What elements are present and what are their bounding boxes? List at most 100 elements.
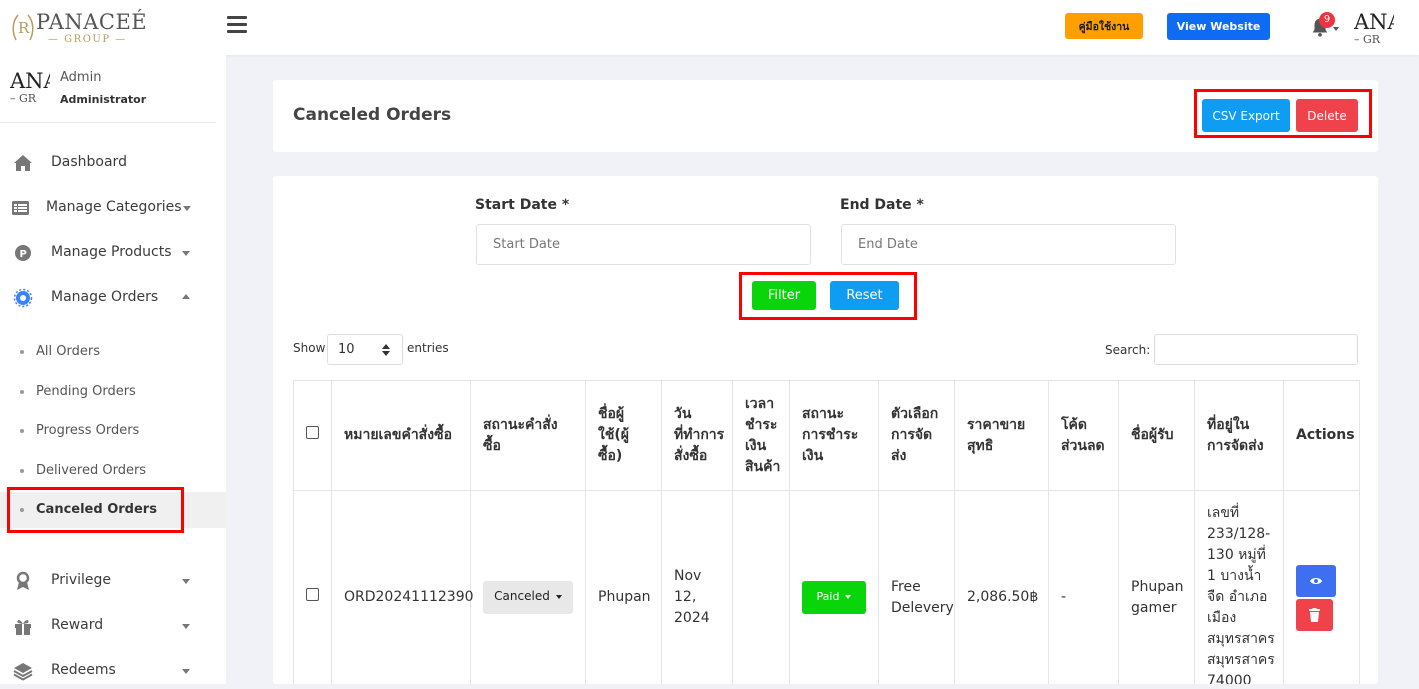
orders-table: หมายเลขคำสั่งซื้อ สถานะคำสั่งซื้อ ชื่อผู…: [293, 380, 1360, 684]
page-header-card: Canceled Orders CSV Export Delete: [273, 80, 1378, 152]
award-icon: [16, 571, 30, 590]
sidebar-avatar: ANA – GR: [10, 69, 50, 105]
select-all-cell: [293, 380, 332, 491]
search-input[interactable]: [1154, 334, 1358, 365]
logo-subtitle: — GROUP —: [48, 34, 127, 45]
view-website-button[interactable]: View Website: [1167, 13, 1270, 40]
sidebar-item-label: Manage Products: [51, 244, 172, 260]
column-header[interactable]: ที่อยู่ในการจัดส่ง: [1194, 380, 1284, 491]
address-cell: เลขที่ 233/128-130 หมู่ที่ 1 บางน้ำจืด อ…: [1194, 490, 1284, 684]
menu-toggle-icon[interactable]: [227, 16, 247, 34]
sidebar-item-manage-categories[interactable]: Manage Categories: [0, 190, 226, 226]
reset-button[interactable]: Reset: [830, 281, 899, 310]
svg-text:P: P: [20, 249, 27, 260]
end-date-label: End Date *: [840, 197, 924, 213]
sidebar-item-manage-products[interactable]: P Manage Products: [0, 235, 226, 271]
sidebar-item-label: Privilege: [51, 572, 112, 588]
sidebar-subitem-label: Canceled Orders: [36, 502, 157, 517]
sidebar-subitem-pending-orders[interactable]: Pending Orders: [0, 374, 226, 410]
delete-button[interactable]: Delete: [1296, 99, 1358, 132]
column-header[interactable]: สถานะคำสั่งซื้อ: [470, 380, 586, 491]
chevron-down-icon[interactable]: [1333, 27, 1339, 31]
chevron-down-icon: [182, 579, 190, 584]
chevron-down-icon: [845, 595, 852, 599]
csv-export-button[interactable]: CSV Export: [1202, 99, 1290, 132]
sort-arrows-icon: [382, 344, 390, 356]
bullet: [20, 429, 24, 433]
sidebar-item-reward[interactable]: Reward: [0, 608, 226, 644]
column-header[interactable]: วันที่ทำการสั่งซื้อ: [661, 380, 733, 491]
sidebar-subitem-label: Delivered Orders: [36, 463, 147, 478]
page-title: Canceled Orders: [293, 105, 452, 125]
filter-button[interactable]: Filter: [752, 281, 816, 310]
sidebar-item-label: Dashboard: [51, 154, 127, 170]
chevron-down-icon: [182, 669, 190, 674]
show-label: Show: [293, 341, 326, 355]
orders-card: Start Date * End Date * Filter Reset Sho…: [273, 176, 1378, 684]
sidebar-subitem-progress-orders[interactable]: Progress Orders: [0, 413, 226, 449]
entries-value: 10: [338, 342, 355, 357]
select-all-checkbox[interactable]: [306, 426, 319, 439]
order-status-cell: Canceled: [470, 490, 586, 684]
bullet: [20, 390, 24, 394]
order-number-cell: ORD20241112390: [331, 490, 474, 684]
bullet: [20, 508, 24, 512]
entries-label: entries: [407, 341, 449, 355]
top-bar: R PANACEÉ — GROUP — คู่มือใช้งาน View We…: [0, 0, 1419, 55]
column-header[interactable]: ตัวเลือกการจัดส่ง: [878, 380, 955, 491]
sidebar: ANA – GR Admin Administrator Dashboard M…: [0, 55, 226, 684]
sidebar-subitem-canceled-orders[interactable]: Canceled Orders: [0, 492, 226, 528]
trash-icon: [1309, 607, 1320, 622]
laurel-emblem-icon: R: [12, 14, 34, 41]
sidebar-subitem-label: Progress Orders: [36, 423, 140, 438]
table-row: ORD20241112390 Canceled Phupan Nov 12, 2…: [293, 490, 1360, 684]
divider: [0, 122, 216, 123]
column-header[interactable]: Actions: [1283, 380, 1360, 491]
recipient-cell: Phupan gamer: [1118, 490, 1195, 684]
column-header[interactable]: ชื่อผู้ใช้(ผู้ซื้อ): [585, 380, 662, 491]
chevron-down-icon: [555, 594, 562, 599]
column-header[interactable]: ชื่อผู้รับ: [1118, 380, 1195, 491]
chevron-up-icon: [182, 294, 190, 299]
sidebar-item-privilege[interactable]: Privilege: [0, 563, 226, 599]
table-header-row: หมายเลขคำสั่งซื้อ สถานะคำสั่งซื้อ ชื่อผู…: [293, 380, 1360, 491]
payment-time-cell: [732, 490, 790, 684]
discount-code-cell: -: [1048, 490, 1119, 684]
row-checkbox[interactable]: [306, 588, 319, 601]
sidebar-subitem-delivered-orders[interactable]: Delivered Orders: [0, 453, 226, 489]
user-role: Administrator: [60, 93, 147, 106]
orders-icon: [13, 288, 33, 308]
start-date-label: Start Date *: [475, 197, 570, 213]
end-date-input[interactable]: [841, 224, 1176, 265]
start-date-input[interactable]: [476, 224, 811, 265]
gift-icon: [15, 620, 31, 635]
buyer-cell: Phupan: [585, 490, 662, 684]
sidebar-item-label: Manage Categories: [46, 199, 182, 215]
list-icon: [12, 201, 29, 215]
order-status-dropdown[interactable]: Canceled: [483, 581, 573, 614]
column-header[interactable]: เวลาชำระเงินสินค้า: [732, 380, 790, 491]
user-manual-button[interactable]: คู่มือใช้งาน: [1065, 13, 1143, 39]
entries-select[interactable]: 10: [327, 334, 403, 365]
column-header[interactable]: หมายเลขคำสั่งซื้อ: [331, 380, 471, 491]
sidebar-item-dashboard[interactable]: Dashboard: [0, 145, 226, 181]
column-header[interactable]: โค้ดส่วนลด: [1048, 380, 1119, 491]
payment-status-value: Paid: [816, 590, 840, 603]
payment-status-dropdown[interactable]: Paid: [802, 581, 866, 614]
view-order-button[interactable]: [1296, 564, 1336, 597]
eye-icon: [1310, 577, 1322, 584]
delete-order-button[interactable]: [1296, 598, 1333, 631]
svg-text:R: R: [18, 19, 30, 37]
bullet: [20, 350, 24, 354]
column-header[interactable]: ราคาขายสุทธิ: [954, 380, 1049, 491]
sidebar-item-label: Redeems: [51, 662, 116, 678]
net-price-cell: 2,086.50฿: [954, 490, 1049, 684]
sidebar-item-manage-orders[interactable]: Manage Orders: [0, 280, 226, 316]
payment-status-cell: Paid: [789, 490, 879, 684]
sidebar-subitem-all-orders[interactable]: All Orders: [0, 334, 226, 370]
order-date-cell: Nov 12, 2024: [661, 490, 733, 684]
user-avatar[interactable]: ANA – GR: [1354, 10, 1394, 46]
panacee-logo[interactable]: R PANACEÉ — GROUP —: [10, 8, 147, 46]
column-header[interactable]: สถานะการชำระเงิน: [789, 380, 879, 491]
row-select-cell: [293, 490, 332, 684]
